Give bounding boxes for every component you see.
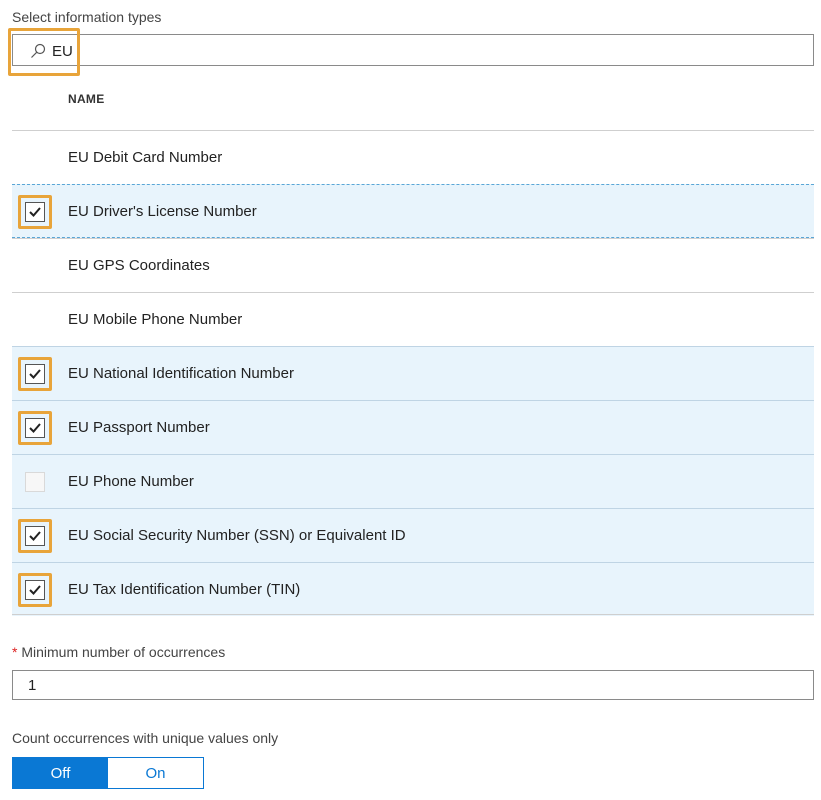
list-item-label: EU National Identification Number <box>68 365 294 382</box>
list-item[interactable]: EU GPS Coordinates <box>12 238 814 292</box>
row-checkbox[interactable] <box>25 418 45 438</box>
row-checkbox[interactable] <box>25 364 45 384</box>
list-item[interactable]: EU Tax Identification Number (TIN) <box>12 562 814 616</box>
list-item-label: EU Phone Number <box>68 473 194 490</box>
row-checkbox[interactable] <box>25 202 45 222</box>
row-checkbox[interactable] <box>25 580 45 600</box>
list-item-label: EU GPS Coordinates <box>68 257 210 274</box>
search-box[interactable]: EU <box>12 34 814 66</box>
list-item[interactable]: EU Social Security Number (SSN) or Equiv… <box>12 508 814 562</box>
column-header-name[interactable]: NAME <box>68 92 105 106</box>
checkmark-icon <box>29 585 41 595</box>
toggle-on-option[interactable]: On <box>108 758 203 788</box>
list-item-label: EU Passport Number <box>68 419 210 436</box>
list-item[interactable]: EU National Identification Number <box>12 346 814 400</box>
list-item-label: EU Mobile Phone Number <box>68 311 243 328</box>
required-marker: * <box>12 644 18 660</box>
min-occurrences-label-text: Minimum number of occurrences <box>21 644 226 660</box>
checkmark-icon <box>29 531 41 541</box>
toggle-off-option[interactable]: Off <box>13 758 108 788</box>
row-checkbox[interactable] <box>25 526 45 546</box>
list-item[interactable]: EU Debit Card Number <box>12 130 814 184</box>
section-label: Select information types <box>12 9 162 25</box>
list-item-label: EU Debit Card Number <box>68 149 223 166</box>
unique-values-label: Count occurrences with unique values onl… <box>12 730 279 746</box>
list-item[interactable]: EU Driver's License Number <box>12 184 814 238</box>
list-item[interactable]: EU Mobile Phone Number <box>12 292 814 346</box>
list-item[interactable]: EU Phone Number <box>12 454 814 508</box>
checkmark-icon <box>29 423 41 433</box>
list-bottom-divider <box>12 614 814 615</box>
checkmark-icon <box>29 207 41 217</box>
checkmark-icon <box>29 369 41 379</box>
list-item[interactable]: EU Passport Number <box>12 400 814 454</box>
list-item-label: EU Social Security Number (SSN) or Equiv… <box>68 527 406 544</box>
list-item-label: EU Tax Identification Number (TIN) <box>68 581 301 598</box>
row-checkbox[interactable] <box>25 472 45 492</box>
unique-values-toggle[interactable]: Off On <box>12 757 204 789</box>
search-highlight <box>8 28 80 76</box>
min-occurrences-input[interactable] <box>12 670 814 700</box>
min-occurrences-label: * Minimum number of occurrences <box>12 644 225 660</box>
list-item-label: EU Driver's License Number <box>68 203 257 220</box>
